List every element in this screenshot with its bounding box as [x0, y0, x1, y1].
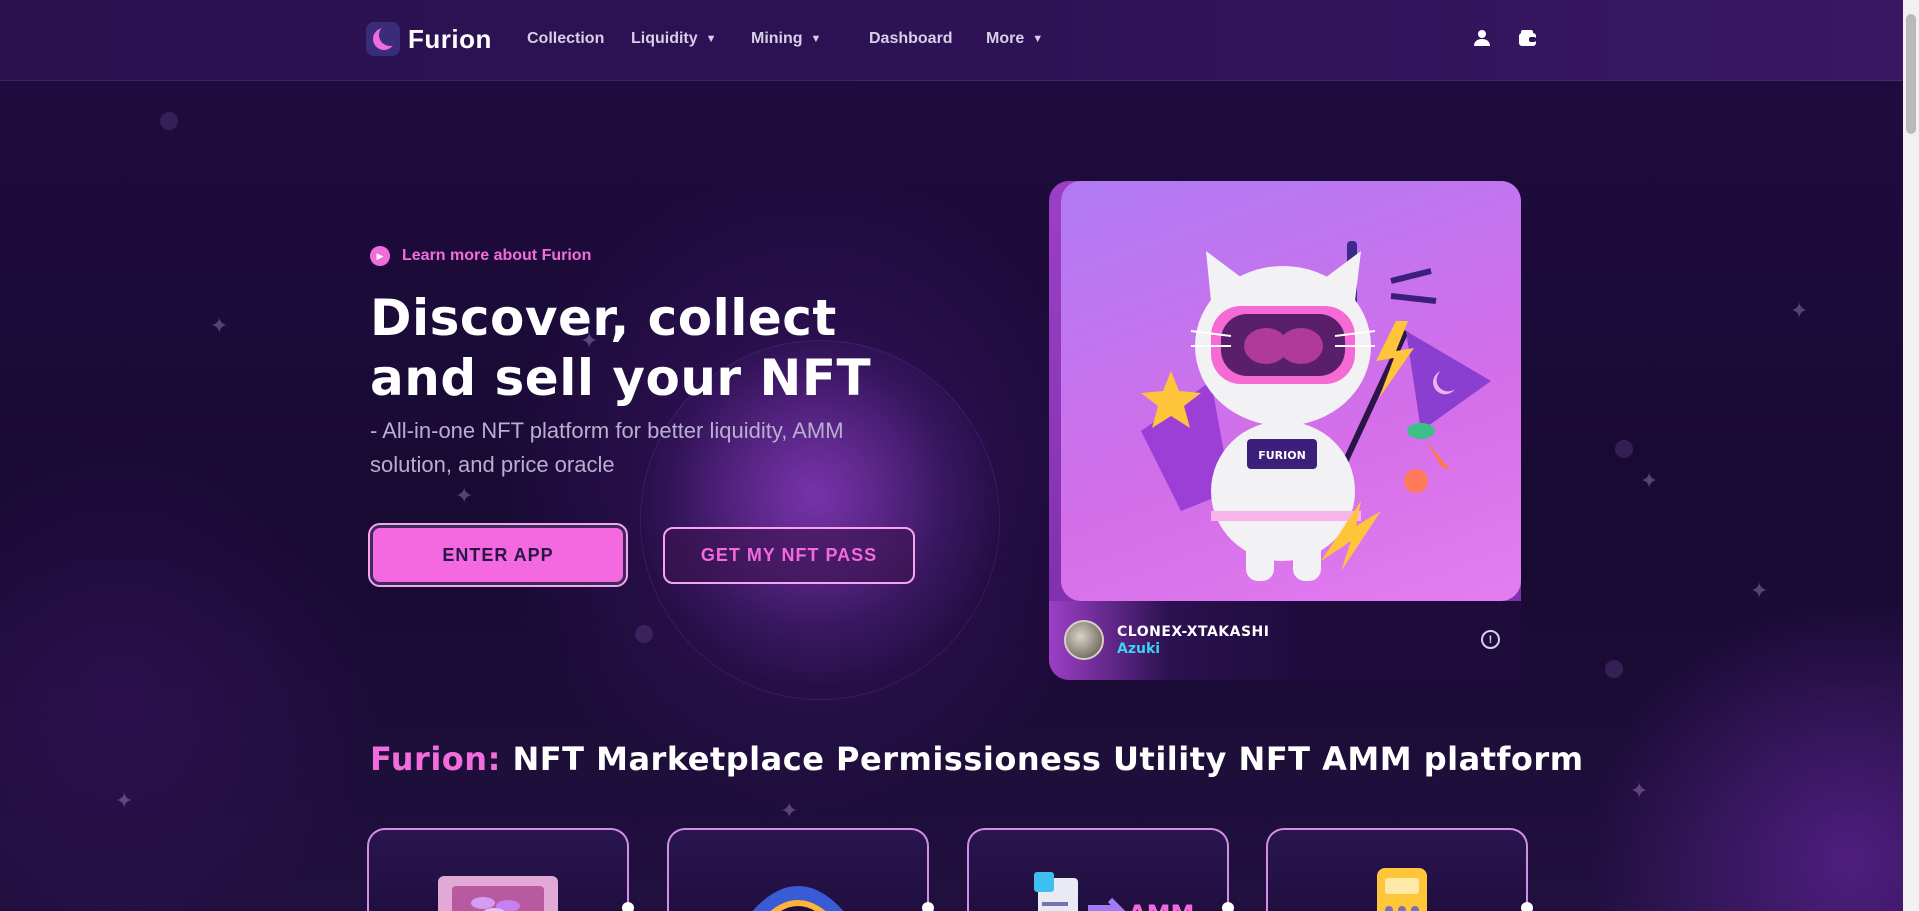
page-scrollbar[interactable] — [1903, 0, 1919, 911]
get-nft-pass-button[interactable]: GET MY NFT PASS — [663, 527, 915, 584]
nav-dashboard[interactable]: Dashboard — [869, 30, 953, 48]
star-decoration: ✦ — [455, 483, 474, 508]
nav-liquidity[interactable]: Liquidity ▼ — [631, 30, 717, 48]
scrollbar-thumb[interactable] — [1906, 14, 1916, 134]
section-brand: Furion: — [370, 740, 501, 778]
nft-name: CLONEX-XTAKASHI — [1117, 624, 1270, 640]
chevron-down-icon: ▼ — [705, 33, 717, 45]
nav-dashboard-label: Dashboard — [869, 30, 953, 47]
star-decoration: ✦ — [115, 788, 134, 813]
card-connector-dot — [1222, 902, 1234, 911]
top-navbar: Furion Collection Liquidity ▼ Mining ▼ D… — [0, 0, 1903, 81]
card-connector-dot — [622, 902, 634, 911]
learn-more-link[interactable]: ▶ Learn more about Furion — [370, 246, 591, 266]
dot-decoration — [1605, 660, 1623, 678]
section-title: Furion: NFT Marketplace Permissioness Ut… — [370, 740, 1583, 778]
section-title-text: NFT Marketplace Permissioness Utility NF… — [512, 740, 1584, 778]
nav-collection-label: Collection — [527, 30, 605, 47]
furion-logo[interactable]: Furion — [366, 22, 492, 56]
feature-card[interactable] — [667, 828, 934, 911]
chevron-down-icon: ▼ — [1032, 33, 1044, 45]
feature-card[interactable]: AMM — [967, 828, 1234, 911]
nav-mining[interactable]: Mining ▼ — [751, 30, 821, 48]
star-decoration: ✦ — [1630, 778, 1649, 803]
play-icon: ▶ — [370, 246, 390, 266]
nav-liquidity-label: Liquidity — [631, 30, 698, 47]
enter-app-button[interactable]: ENTER APP — [370, 525, 626, 585]
hero-subtitle: - All-in-one NFT platform for better liq… — [370, 418, 844, 477]
user-icon[interactable] — [1472, 28, 1492, 48]
star-decoration: ✦ — [1750, 578, 1769, 603]
dot-decoration — [160, 112, 178, 130]
logo-text: Furion — [408, 23, 492, 54]
feature-card[interactable] — [367, 828, 634, 911]
astronaut-cat-illustration: FURION — [1141, 241, 1491, 581]
nav-mining-label: Mining — [751, 30, 803, 47]
learn-more-text: Learn more about Furion — [402, 247, 592, 264]
dot-decoration — [1615, 440, 1633, 458]
star-decoration: ✦ — [1640, 468, 1659, 493]
nav-more-label: More — [986, 30, 1025, 47]
info-icon[interactable]: ! — [1481, 630, 1500, 649]
nft-box-icon — [428, 858, 568, 911]
amm-icon: AMM — [998, 858, 1198, 911]
feature-card[interactable] — [1266, 828, 1533, 911]
star-decoration: ✦ — [210, 313, 229, 338]
star-decoration: ✦ — [1790, 298, 1809, 323]
card-connector-dot — [1521, 902, 1533, 911]
card-connector-dot — [922, 902, 934, 911]
wallet-icon[interactable] — [1517, 28, 1537, 48]
amm-label: AMM — [1128, 900, 1194, 911]
moon-logo-icon — [366, 22, 400, 56]
vr-headset-icon — [728, 858, 868, 911]
dot-decoration — [635, 625, 653, 643]
nav-collection[interactable]: Collection — [527, 30, 604, 48]
nft-image: FURION — [1061, 181, 1521, 601]
nft-collection-link[interactable]: Azuki — [1117, 641, 1160, 657]
chest-badge-text: FURION — [1258, 449, 1306, 462]
nav-more[interactable]: More ▼ — [986, 30, 1043, 48]
star-decoration: ✦ — [780, 798, 799, 823]
avatar — [1064, 620, 1104, 660]
hero-title: Discover, collect and sell your NFT — [370, 289, 872, 407]
chevron-down-icon: ▼ — [810, 33, 822, 45]
calculator-icon — [1327, 858, 1467, 911]
